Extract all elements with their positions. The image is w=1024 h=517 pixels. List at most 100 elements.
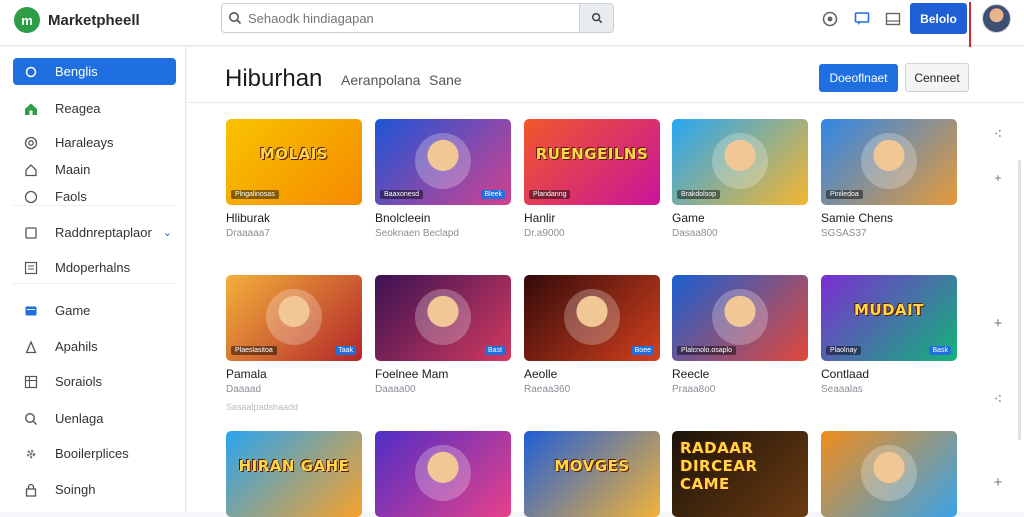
plus-icon[interactable]: + xyxy=(990,474,1006,491)
game-thumbnail[interactable]: MUDAIT Plaolnay Bask xyxy=(821,275,957,361)
game-card[interactable]: RUENGEILNS Plandanng Hanlir Dr.a9000 xyxy=(524,119,660,239)
game-title[interactable]: Foelnee Mam xyxy=(375,367,511,381)
game-card[interactable]: Piniledoa Samie Chens SGSAS37 xyxy=(821,119,957,239)
help-icon[interactable] xyxy=(821,10,839,28)
game-character-art xyxy=(266,289,322,345)
game-thumbnail[interactable] xyxy=(375,431,511,517)
game-title[interactable]: Game xyxy=(672,211,808,225)
gear-icon xyxy=(21,447,41,461)
sidebar-item-label: Apahils xyxy=(55,339,98,354)
tab-crumb-2[interactable]: Sane xyxy=(429,72,462,88)
sidebar-item-label: Raddnreptaplaor xyxy=(55,225,152,240)
window-icon[interactable] xyxy=(884,10,902,28)
game-card[interactable]: MOVGES xyxy=(524,431,660,517)
search-input[interactable] xyxy=(248,10,579,26)
logo-mark: m xyxy=(14,7,40,33)
sidebar-item-2[interactable]: Haraleays xyxy=(13,129,176,156)
plus-small-icon[interactable]: + xyxy=(990,170,1006,186)
sidebar-item-10[interactable]: Uenlaga xyxy=(13,405,176,432)
game-title[interactable]: Reecle xyxy=(672,367,808,381)
game-title[interactable]: Aeolle xyxy=(524,367,660,381)
sidebar-item-label: Soraiols xyxy=(55,374,102,389)
game-chip: Brakdolsop xyxy=(677,190,721,199)
game-character-art xyxy=(861,133,917,189)
game-title[interactable]: Contlaad xyxy=(821,367,957,381)
box-icon xyxy=(21,226,41,240)
app-logo[interactable]: m Marketpheell xyxy=(14,7,140,33)
page-header: Hiburhan Aeranpolana Sane Doeoflnaet Cen… xyxy=(187,47,1024,103)
game-card[interactable]: Plaeslasitoa Taak Pamala Daaaad xyxy=(226,275,362,395)
circle-icon xyxy=(21,66,41,78)
sidebar-item-5[interactable]: Raddnreptaplaor ⌄ xyxy=(13,219,176,246)
game-card[interactable]: Brakdolsop Game Dasaa800 xyxy=(672,119,808,239)
tab-crumb-1[interactable]: Aeranpolana xyxy=(341,72,420,88)
game-badge: Bleek xyxy=(481,190,505,199)
sidebar-item-9[interactable]: Soraiols xyxy=(13,368,176,395)
search-button-icon xyxy=(591,12,602,24)
game-thumbnail[interactable]: RADAAR DIRCEAR CAME xyxy=(672,431,808,517)
game-card[interactable] xyxy=(821,431,957,517)
game-title[interactable]: Hanlir xyxy=(524,211,660,225)
game-card[interactable]: Bast Foelnee Mam Daaaa00 xyxy=(375,275,511,395)
plus-icon[interactable]: + xyxy=(990,315,1006,332)
search-small-icon xyxy=(21,412,41,426)
game-card[interactable]: RADAAR DIRCEAR CAME xyxy=(672,431,808,517)
sidebar-item-0[interactable]: Benglis xyxy=(13,58,176,85)
game-thumbnail[interactable]: MOVGES xyxy=(524,431,660,517)
game-thumbnail[interactable]: Bast xyxy=(375,275,511,361)
game-art-title: RADAAR DIRCEAR CAME xyxy=(680,439,758,493)
header-cta-button[interactable]: Belolo xyxy=(910,3,967,34)
quote-icon[interactable]: ⁖ xyxy=(990,391,1006,408)
chat-icon[interactable] xyxy=(853,10,871,28)
quote-icon[interactable]: ⁖ xyxy=(990,126,1006,143)
game-title[interactable]: Bnolcleein xyxy=(375,211,511,225)
game-thumbnail[interactable] xyxy=(821,431,957,517)
game-card[interactable]: MOLAIS Plngalinosas Hliburak Draaaaa7 xyxy=(226,119,362,239)
game-badge: Boee xyxy=(631,346,654,355)
sidebar-divider xyxy=(13,283,176,284)
game-meta: SGSAS37 xyxy=(821,228,867,239)
game-title[interactable]: Hliburak xyxy=(226,211,362,225)
game-card[interactable]: Boee Aeolle Raeaa360 xyxy=(524,275,660,395)
game-card[interactable]: Baaxonesd Bleek Bnolcleein Seoknaen Beclapd xyxy=(375,119,511,239)
game-thumbnail[interactable]: Plalcnolo.osaplo xyxy=(672,275,808,361)
card-icon xyxy=(21,304,41,318)
game-thumbnail[interactable]: Boee xyxy=(524,275,660,361)
sidebar-item-8[interactable]: Apahils xyxy=(13,333,176,360)
primary-action-button[interactable]: Doeoflnaet xyxy=(819,64,898,92)
game-card[interactable]: MUDAIT Plaolnay Bask Contlaad Seaaalas xyxy=(821,275,957,395)
sidebar-item-12[interactable]: Soingh xyxy=(13,476,176,503)
game-thumbnail[interactable]: RUENGEILNS Plandanng xyxy=(524,119,660,205)
game-thumbnail[interactable]: Brakdolsop xyxy=(672,119,808,205)
game-thumbnail[interactable]: HIRAN GAHE xyxy=(226,431,362,517)
sidebar-item-label: Haraleays xyxy=(55,135,114,150)
search-icon xyxy=(222,4,248,32)
sidebar-item-6[interactable]: Mdoperhalns xyxy=(13,254,176,281)
sidebar-item-label: Reagea xyxy=(55,101,101,116)
top-bar: m Marketpheell Belolo xyxy=(0,0,1024,49)
game-thumbnail[interactable]: Baaxonesd Bleek xyxy=(375,119,511,205)
page-title: Hiburhan xyxy=(225,65,323,92)
game-title[interactable]: Pamala xyxy=(226,367,362,381)
game-thumbnail[interactable]: Piniledoa xyxy=(821,119,957,205)
sidebar-item-label: Maain xyxy=(55,162,91,177)
house-outline-icon xyxy=(21,163,41,177)
game-title[interactable]: Samie Chens xyxy=(821,211,957,225)
game-card[interactable]: HIRAN GAHE xyxy=(226,431,362,517)
game-card[interactable]: Plalcnolo.osaplo Reecle Praaa8o0 xyxy=(672,275,808,395)
sidebar-item-11[interactable]: Booilerplices xyxy=(13,440,176,467)
game-thumbnail[interactable]: Plaeslasitoa Taak xyxy=(226,275,362,361)
focus-marker xyxy=(965,2,971,49)
secondary-action-button[interactable]: Cenneet xyxy=(905,63,969,92)
avatar[interactable] xyxy=(982,4,1011,33)
search-button[interactable] xyxy=(579,4,613,32)
game-card[interactable] xyxy=(375,431,511,517)
vertical-scrollbar[interactable] xyxy=(1018,160,1021,440)
sidebar-item-3[interactable]: Maain xyxy=(13,156,176,183)
game-art-title: MOVGES xyxy=(554,457,630,475)
sidebar-item-1[interactable]: Reagea xyxy=(13,95,176,122)
sidebar-item-7[interactable]: Game xyxy=(13,297,176,324)
game-meta: Seoknaen Beclapd xyxy=(375,228,459,239)
chevron-down-icon[interactable]: ⌄ xyxy=(163,226,172,239)
game-thumbnail[interactable]: MOLAIS Plngalinosas xyxy=(226,119,362,205)
